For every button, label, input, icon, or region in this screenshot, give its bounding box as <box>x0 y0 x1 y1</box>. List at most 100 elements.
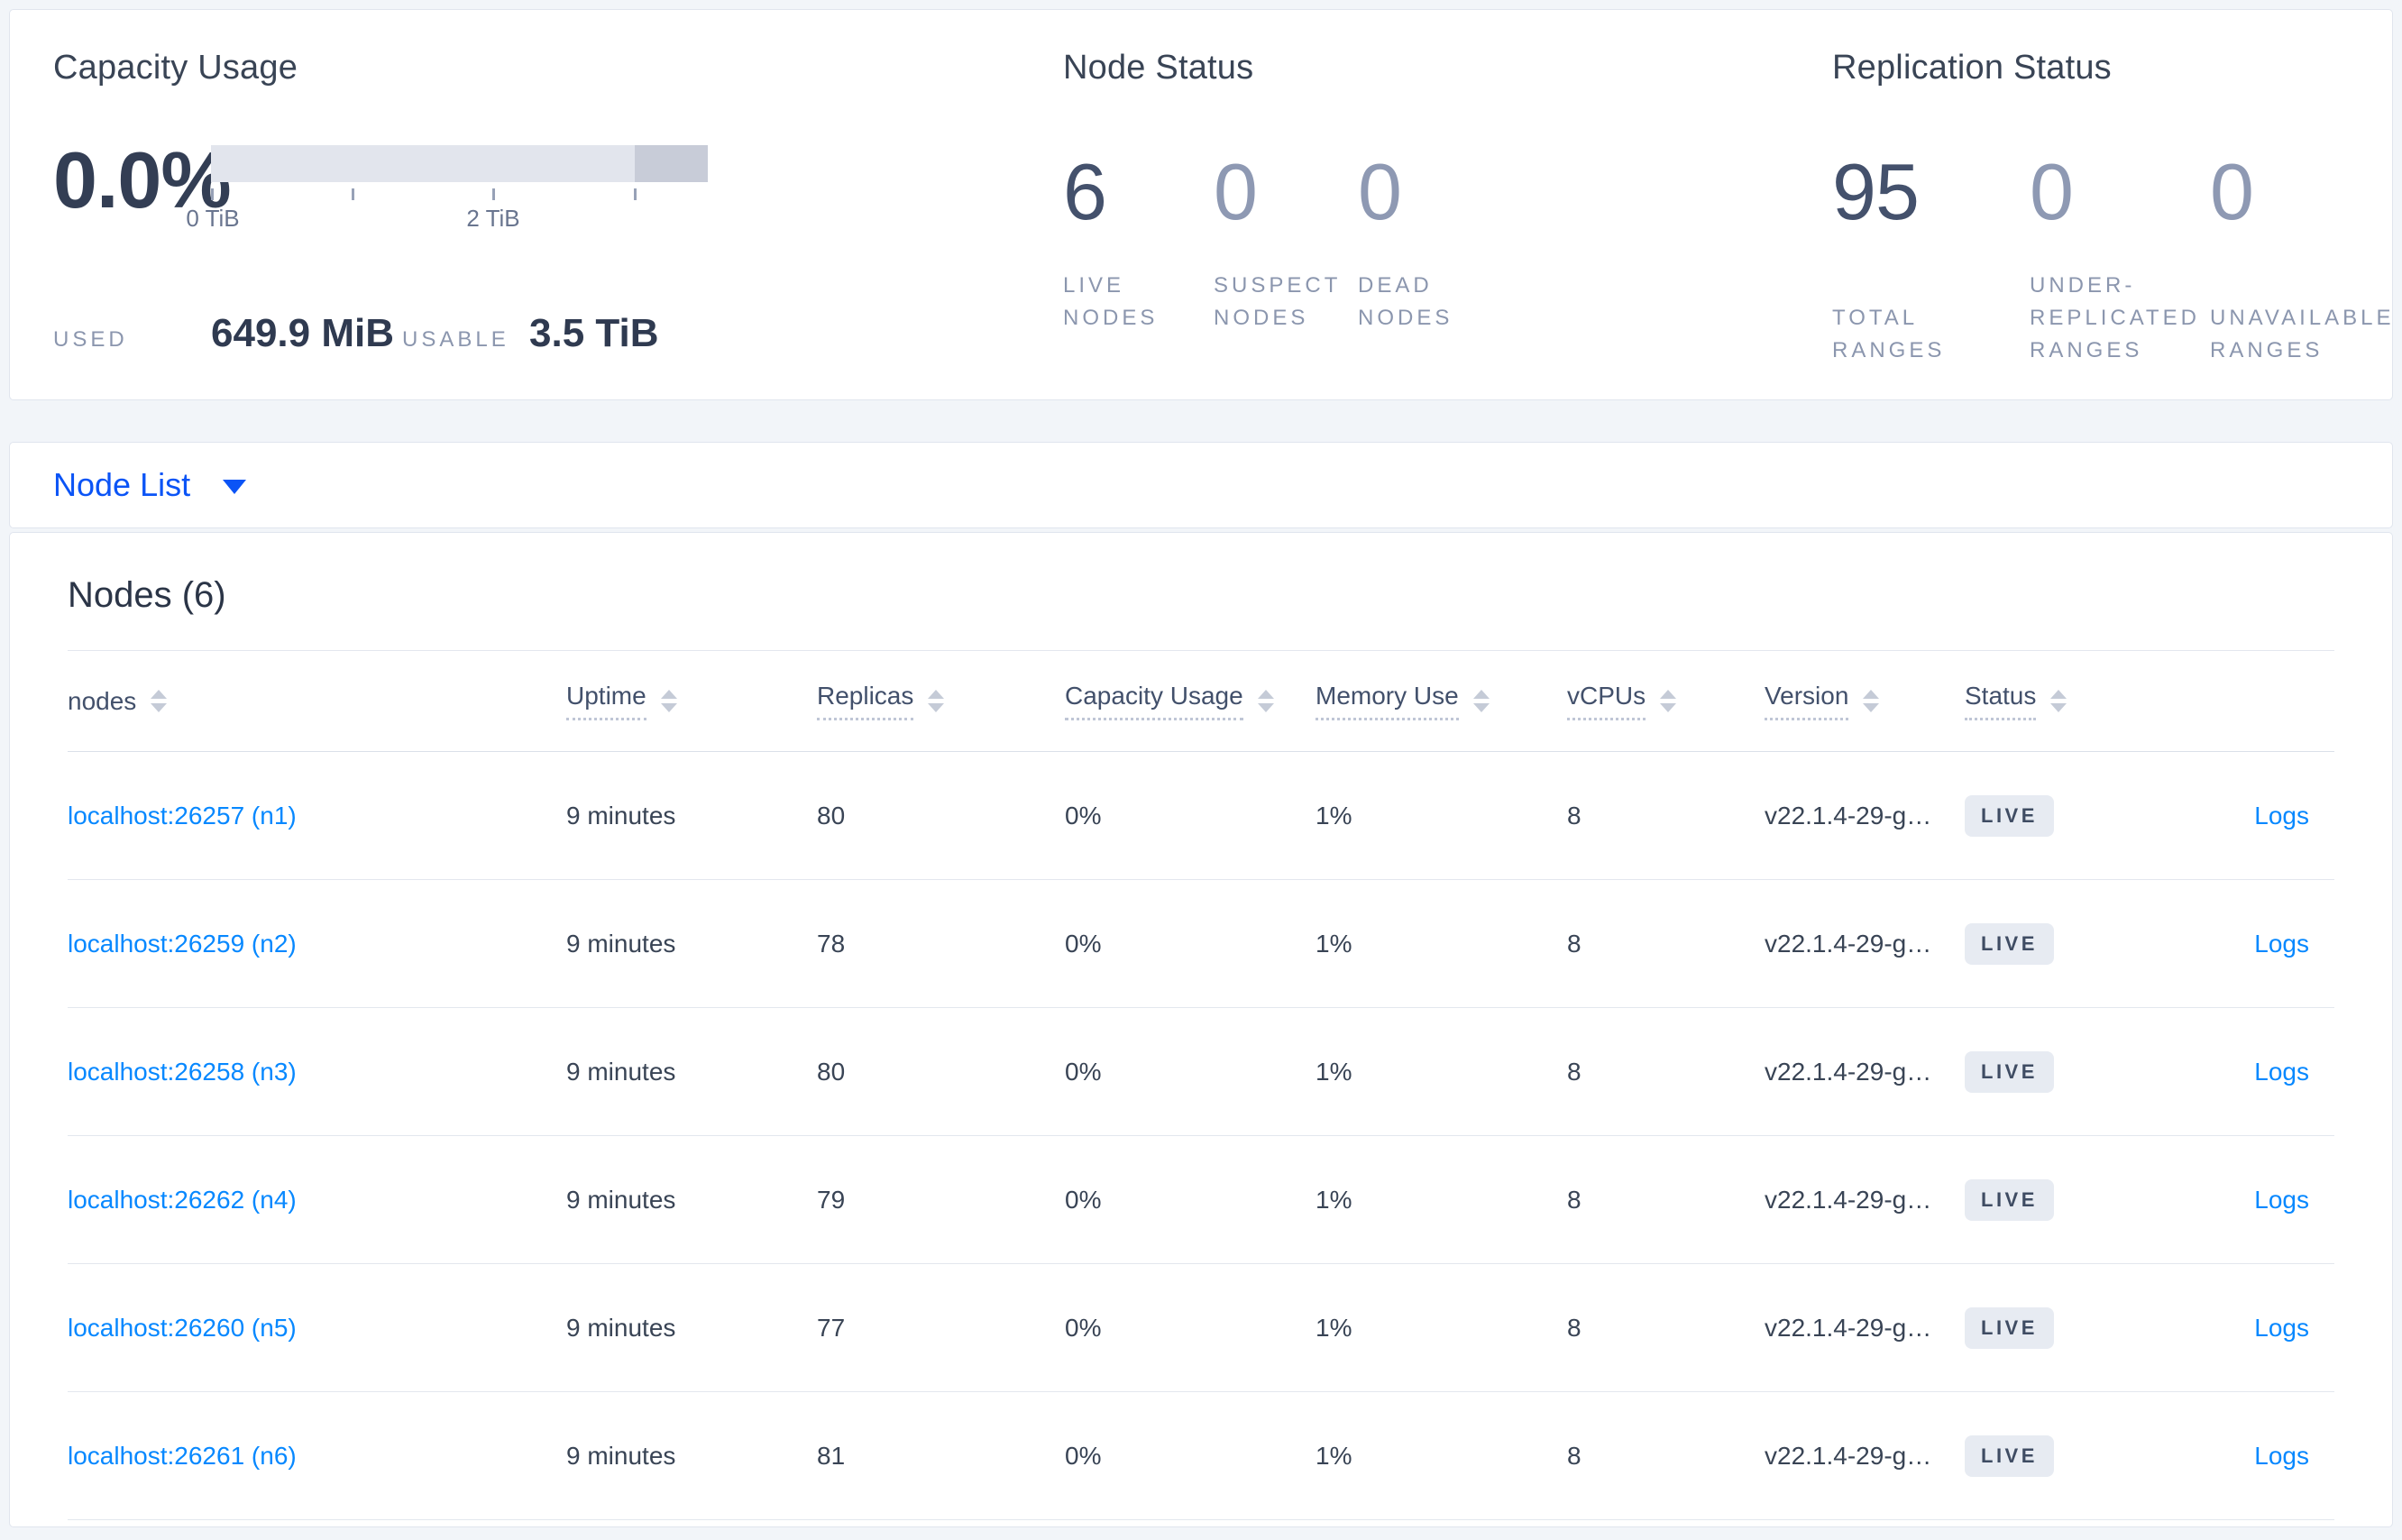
memory-use-cell: 1% <box>1316 929 1352 958</box>
column-header-label: Status <box>1965 682 2037 720</box>
vcpus-cell: 8 <box>1567 1185 1581 1214</box>
column-header-label: Replicas <box>817 682 914 720</box>
table-row: localhost:26257 (n1) 9 minutes 80 0% 1% … <box>68 752 2334 880</box>
uptime-cell: 9 minutes <box>566 801 676 830</box>
status-badge: LIVE <box>1965 1050 2054 1093</box>
suspect-nodes-label: SUSPECT NODES <box>1214 273 1341 330</box>
version-cell: v22.1.4-29-g… <box>1765 929 1932 958</box>
sort-icon[interactable] <box>928 690 945 712</box>
total-ranges-value: 95 <box>1832 147 1920 236</box>
vcpus-cell: 8 <box>1567 1441 1581 1470</box>
capacity-usage-cell: 0% <box>1065 1057 1102 1086</box>
logs-link[interactable]: Logs <box>2254 802 2309 830</box>
status-badge: LIVE <box>1965 1435 2054 1477</box>
sort-icon[interactable] <box>660 690 677 712</box>
used-value: 649.9 MiB <box>211 311 394 355</box>
column-header-label: Version <box>1765 682 1849 720</box>
vcpus-cell: 8 <box>1567 801 1581 830</box>
column-header-replicas[interactable]: Replicas <box>817 682 1065 720</box>
node-status-title: Node Status <box>1063 49 1254 87</box>
vcpus-cell: 8 <box>1567 1057 1581 1086</box>
node-address-link[interactable]: localhost:26261 (n6) <box>68 1442 297 1470</box>
version-cell: v22.1.4-29-g… <box>1765 1057 1932 1086</box>
logs-link[interactable]: Logs <box>2254 1442 2309 1470</box>
replicas-cell: 79 <box>817 1185 846 1214</box>
column-header-label: Uptime <box>566 682 646 720</box>
replication-values: 95 0 0 <box>1832 152 2395 232</box>
column-header-capacity-usage[interactable]: Capacity Usage <box>1065 682 1316 720</box>
column-header-vcpus[interactable]: vCPUs <box>1567 682 1765 720</box>
uptime-cell: 9 minutes <box>566 929 676 958</box>
version-cell: v22.1.4-29-g… <box>1765 801 1932 830</box>
axis-label-two-tib: 2 TiB <box>466 205 520 232</box>
logs-link[interactable]: Logs <box>2254 1314 2309 1342</box>
column-header-nodes[interactable]: nodes <box>68 687 566 716</box>
version-cell: v22.1.4-29-g… <box>1765 1185 1932 1214</box>
node-status-section: Node Status 6 0 0 LIVE NODES SUSPECT NOD… <box>1063 46 1832 363</box>
sort-icon[interactable] <box>1863 690 1880 712</box>
live-nodes-label: LIVE NODES <box>1063 273 1159 330</box>
capacity-usage-cell: 0% <box>1065 1185 1102 1214</box>
capacity-usage-section: Capacity Usage 0.0% 0 TiB 2 TiB USED 649… <box>53 46 1063 363</box>
axis-tick <box>634 188 637 200</box>
node-status-values: 6 0 0 <box>1063 152 1832 232</box>
node-address-link[interactable]: localhost:26262 (n4) <box>68 1186 297 1214</box>
node-address-link[interactable]: localhost:26259 (n2) <box>68 930 297 958</box>
sort-icon[interactable] <box>2050 690 2067 712</box>
logs-link[interactable]: Logs <box>2254 930 2309 958</box>
unavailable-ranges-label: UNAVAILABLE RANGES <box>2210 306 2395 362</box>
column-header-label: nodes <box>68 686 137 715</box>
view-selector-strip: Node List <box>9 442 2393 528</box>
uptime-cell: 9 minutes <box>566 1057 676 1086</box>
nodes-table-card: Nodes (6) nodes Uptime Replicas Capacity… <box>9 532 2393 1527</box>
capacity-usage-cell: 0% <box>1065 1313 1102 1342</box>
column-header-memory-use[interactable]: Memory Use <box>1316 682 1567 720</box>
capacity-usage-title: Capacity Usage <box>53 49 298 87</box>
sort-icon[interactable] <box>1257 690 1274 712</box>
status-badge: LIVE <box>1965 1178 2054 1221</box>
table-row: localhost:26260 (n5) 9 minutes 77 0% 1% … <box>68 1264 2334 1392</box>
nodes-table-header-row: nodes Uptime Replicas Capacity Usage Mem… <box>68 651 2334 752</box>
memory-use-cell: 1% <box>1316 1185 1352 1214</box>
uptime-cell: 9 minutes <box>566 1313 676 1342</box>
vcpus-cell: 8 <box>1567 929 1581 958</box>
node-list-dropdown[interactable]: Node List <box>53 466 247 504</box>
column-header-status[interactable]: Status <box>1965 682 2199 720</box>
status-badge: LIVE <box>1965 1306 2054 1349</box>
replicas-cell: 77 <box>817 1313 846 1342</box>
column-header-version[interactable]: Version <box>1765 682 1965 720</box>
sort-icon[interactable] <box>1660 690 1677 712</box>
capacity-bar <box>211 145 708 182</box>
capacity-usage-cell: 0% <box>1065 1441 1102 1470</box>
table-row: localhost:26258 (n3) 9 minutes 80 0% 1% … <box>68 1008 2334 1136</box>
column-header-uptime[interactable]: Uptime <box>566 682 817 720</box>
sort-icon[interactable] <box>151 690 168 712</box>
total-ranges-label: TOTAL RANGES <box>1832 306 1946 362</box>
table-row: localhost:26262 (n4) 9 minutes 79 0% 1% … <box>68 1136 2334 1264</box>
replication-labels: TOTAL RANGES UNDER-REPLICATED RANGES UNA… <box>1832 270 2395 367</box>
node-address-link[interactable]: localhost:26258 (n3) <box>68 1058 297 1086</box>
replicas-cell: 81 <box>817 1441 846 1470</box>
replicas-cell: 78 <box>817 929 846 958</box>
under-replicated-ranges-label: UNDER-REPLICATED RANGES <box>2030 273 2200 362</box>
node-address-link[interactable]: localhost:26257 (n1) <box>68 802 297 830</box>
logs-link[interactable]: Logs <box>2254 1186 2309 1214</box>
nodes-table-title: Nodes (6) <box>68 575 226 615</box>
replication-status-section: Replication Status 95 0 0 TOTAL RANGES U… <box>1832 46 2395 363</box>
uptime-cell: 9 minutes <box>566 1185 676 1214</box>
axis-label-zero: 0 TiB <box>186 205 240 232</box>
replication-status-title: Replication Status <box>1832 49 2112 87</box>
status-badge: LIVE <box>1965 922 2054 965</box>
dead-nodes-label: DEAD NODES <box>1358 273 1453 330</box>
capacity-axis-ticks <box>211 188 708 201</box>
version-cell: v22.1.4-29-g… <box>1765 1313 1932 1342</box>
live-nodes-value: 6 <box>1063 147 1107 236</box>
logs-link[interactable]: Logs <box>2254 1058 2309 1086</box>
node-address-link[interactable]: localhost:26260 (n5) <box>68 1314 297 1342</box>
capacity-usage-chart-area: 0.0% 0 TiB 2 TiB <box>53 141 1063 235</box>
under-replicated-ranges-value: 0 <box>2030 147 2074 236</box>
caret-down-icon <box>223 480 247 494</box>
version-cell: v22.1.4-29-g… <box>1765 1441 1932 1470</box>
capacity-summary: USED 649.9 MiB USABLE 3.5 TiB <box>53 311 1063 356</box>
sort-icon[interactable] <box>1472 690 1490 712</box>
